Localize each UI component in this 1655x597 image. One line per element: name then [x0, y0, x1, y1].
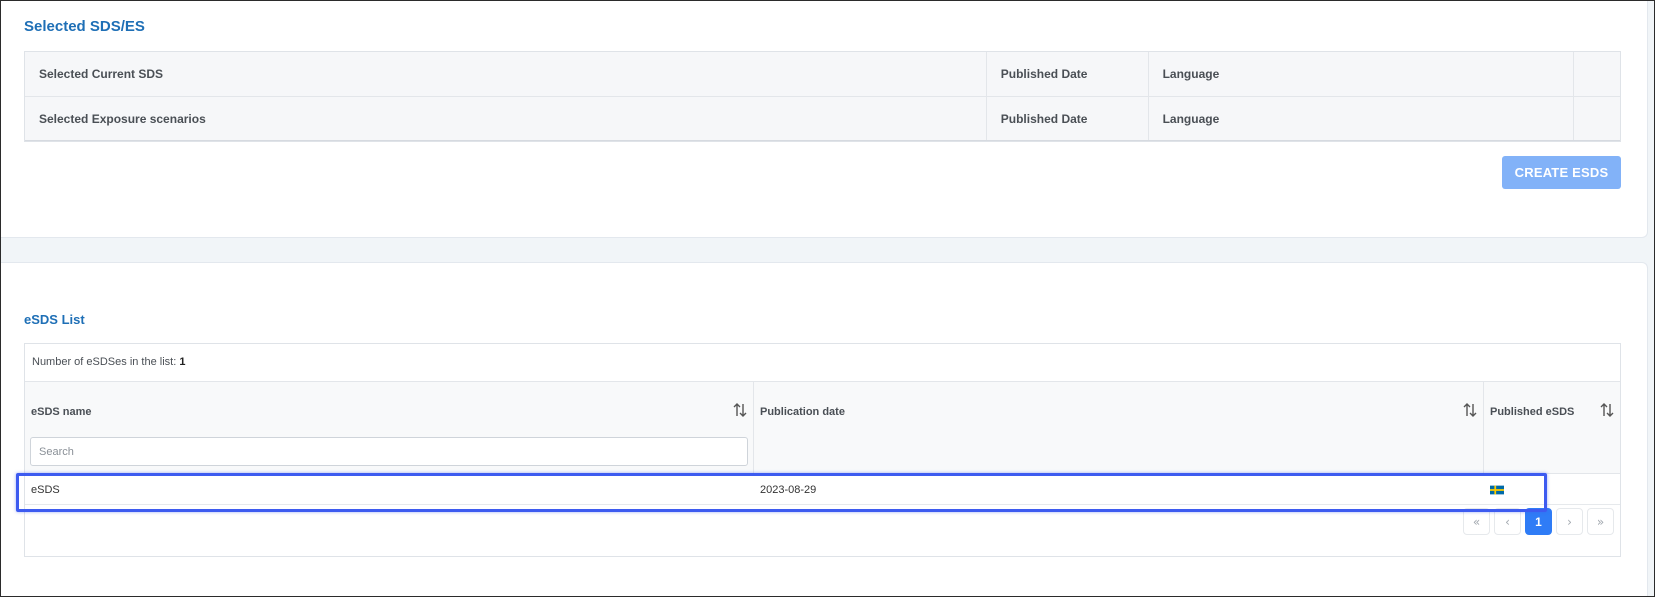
selected-sds-card: Selected SDS/ES Selected Current SDS Pub… — [0, 0, 1648, 238]
esds-name-search-input[interactable] — [30, 437, 748, 466]
selected-exposure-scenarios-row: Selected Exposure scenarios Published Da… — [25, 97, 1620, 141]
sort-icon[interactable] — [1600, 402, 1614, 418]
action-cell — [1574, 52, 1620, 96]
esds-list-title: eSDS List — [24, 312, 85, 327]
sort-icon[interactable] — [733, 402, 747, 418]
create-esds-button[interactable]: CREATE ESDS — [1502, 156, 1621, 189]
esds-count: Number of eSDSes in the list: 1 — [32, 356, 185, 368]
selected-current-sds-row: Selected Current SDS Published Date Lang… — [25, 52, 1620, 97]
prev-page-button[interactable]: ‹ — [1494, 508, 1521, 535]
column-published-esds-label: Published eSDS — [1490, 406, 1575, 418]
column-publication-date-label: Publication date — [760, 406, 845, 418]
pagination: « ‹ 1 › » — [1463, 508, 1614, 535]
next-page-button[interactable]: › — [1556, 508, 1583, 535]
column-esds-name[interactable]: eSDS name — [25, 382, 754, 473]
first-page-button[interactable]: « — [1463, 508, 1490, 535]
esds-count-label: Number of eSDSes in the list: — [32, 356, 177, 368]
esds-count-value: 1 — [179, 356, 186, 368]
column-publication-date[interactable]: Publication date — [754, 382, 1484, 473]
page-1-button[interactable]: 1 — [1525, 508, 1552, 535]
published-date-header: Published Date — [987, 97, 1149, 140]
selected-sds-title: Selected SDS/ES — [24, 18, 145, 35]
selected-current-sds-label: Selected Current SDS — [25, 52, 987, 96]
selected-exposure-scenarios-label: Selected Exposure scenarios — [25, 97, 987, 140]
language-header: Language — [1149, 52, 1575, 96]
column-esds-name-label: eSDS name — [31, 406, 92, 418]
row-highlight-box — [16, 473, 1547, 512]
action-cell — [1574, 97, 1620, 140]
sort-icon[interactable] — [1463, 402, 1477, 418]
table-header: eSDS name Publication date Published eSD… — [25, 381, 1620, 474]
column-published-esds[interactable]: Published eSDS — [1484, 382, 1620, 473]
esds-list-table: Number of eSDSes in the list: 1 eSDS nam… — [24, 343, 1621, 557]
published-date-header: Published Date — [987, 52, 1149, 96]
language-header: Language — [1149, 97, 1575, 140]
selected-sds-table: Selected Current SDS Published Date Lang… — [24, 51, 1621, 142]
last-page-button[interactable]: » — [1587, 508, 1614, 535]
